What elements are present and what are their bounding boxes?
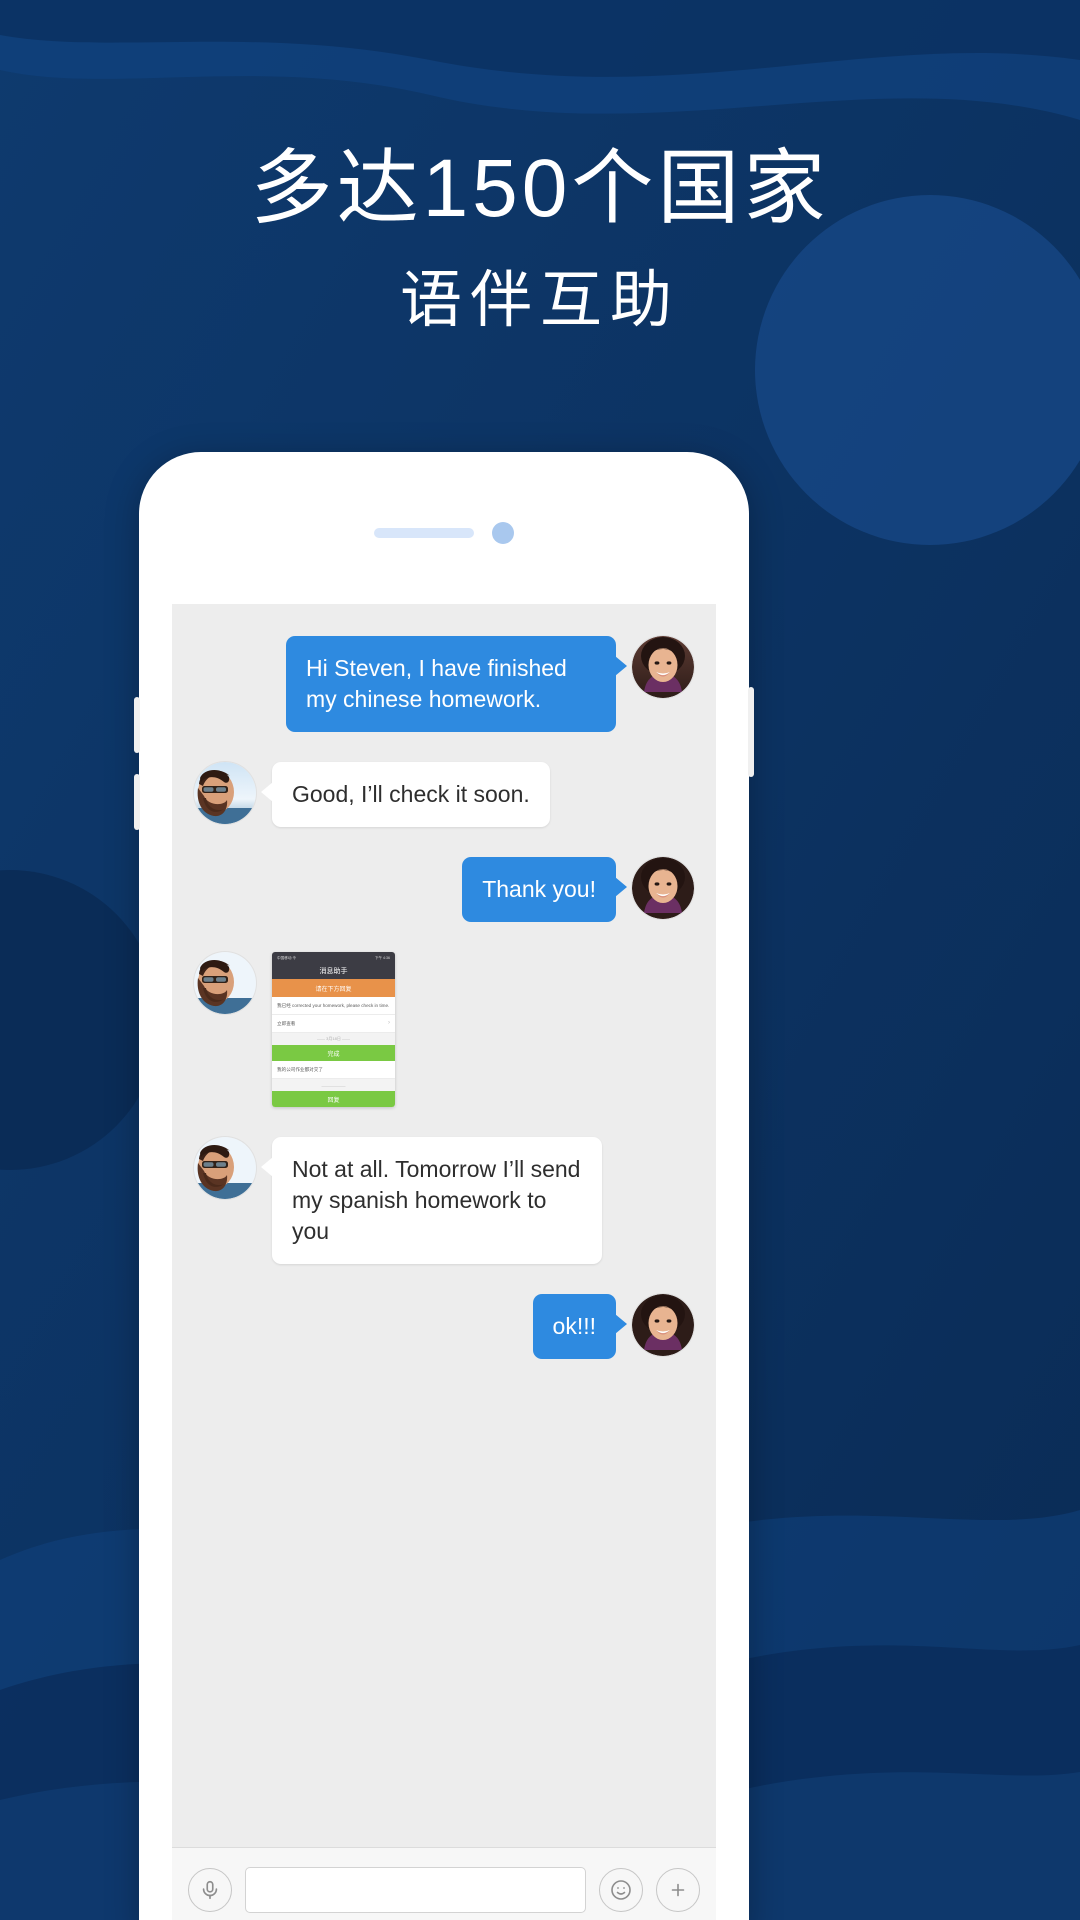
chat-message-outgoing: ok!!!: [194, 1294, 694, 1359]
chat-message-outgoing: Hi Steven, I have finished my chinese ho…: [194, 636, 694, 732]
page-subtitle: 语伴互助: [399, 266, 680, 335]
message-bubble[interactable]: Not at all. Tomorrow I’ll send my spanis…: [261, 1137, 602, 1264]
chat-input-bar: [172, 1847, 716, 1920]
voice-record-button[interactable]: [188, 1868, 232, 1912]
plus-icon: [671, 1883, 685, 1897]
avatar-female[interactable]: [632, 1294, 694, 1356]
avatar-male[interactable]: [194, 1137, 256, 1199]
front-camera-icon: [492, 522, 514, 544]
chat-message-incoming: Good, I’ll check it soon.: [194, 762, 694, 827]
volume-down-button[interactable]: [134, 774, 140, 830]
thumbnail-green-button-2[interactable]: 回复: [272, 1091, 395, 1107]
avatar-male[interactable]: [194, 952, 256, 1014]
message-image-attachment[interactable]: 中国移动 令 下午 4:36 消息助手 请在下方回复 我已经 corrected…: [272, 952, 395, 1107]
add-attachment-button[interactable]: [656, 1868, 700, 1912]
message-bubble[interactable]: Thank you!: [462, 857, 627, 922]
phone-speaker-row: [139, 522, 749, 544]
speaker-bar-icon: [374, 528, 474, 538]
promo-screen: 多达150个国家 语伴互助 Hi Steven, I have finished…: [0, 0, 1080, 1920]
screenshot-thumbnail[interactable]: 中国移动 令 下午 4:36 消息助手 请在下方回复 我已经 corrected…: [272, 952, 395, 1107]
thumbnail-navbar-title: 消息助手: [272, 963, 395, 979]
thumbnail-row-1-text: 我已经 corrected your homework, please chec…: [277, 1003, 390, 1008]
thumbnail-row-1: 我已经 corrected your homework, please chec…: [272, 997, 395, 1015]
chat-message-incoming: Not at all. Tomorrow I’ll send my spanis…: [194, 1137, 694, 1264]
chat-screen: Hi Steven, I have finished my chinese ho…: [172, 604, 716, 1920]
power-button[interactable]: [748, 687, 754, 777]
chat-message-incoming-image: 中国移动 令 下午 4:36 消息助手 请在下方回复 我已经 corrected…: [194, 952, 694, 1107]
avatar-female[interactable]: [632, 857, 694, 919]
emoji-button[interactable]: [599, 1868, 643, 1912]
phone-mockup: Hi Steven, I have finished my chinese ho…: [134, 452, 754, 1920]
thumbnail-row-3: 我的公司作业都对交了: [272, 1061, 395, 1079]
chevron-right-icon: ›: [388, 1020, 390, 1026]
thumbnail-row-3-text: 我的公司作业都对交了: [277, 1067, 323, 1072]
thumbnail-time: 下午 4:36: [374, 954, 391, 960]
chat-message-list[interactable]: Hi Steven, I have finished my chinese ho…: [172, 604, 716, 1847]
volume-up-button[interactable]: [134, 697, 140, 753]
avatar-male[interactable]: [194, 762, 256, 824]
thumbnail-row-2[interactable]: 立即查看 ›: [272, 1015, 395, 1033]
page-title: 多达150个国家: [250, 143, 830, 234]
chat-message-outgoing: Thank you!: [194, 857, 694, 922]
thumbnail-statusbar: 中国移动 令 下午 4:36: [272, 952, 395, 963]
thumbnail-carrier: 中国移动 令: [277, 954, 297, 960]
thumbnail-separator-2: ——————: [272, 1079, 395, 1091]
message-bubble[interactable]: Good, I’ll check it soon.: [261, 762, 550, 827]
smiley-icon: [611, 1880, 631, 1900]
message-bubble[interactable]: Hi Steven, I have finished my chinese ho…: [286, 636, 627, 732]
microphone-icon: [202, 1880, 218, 1900]
message-input[interactable]: [245, 1867, 586, 1913]
thumbnail-green-button-1[interactable]: 完成: [272, 1045, 395, 1061]
avatar-female[interactable]: [632, 636, 694, 698]
thumbnail-separator-1: —— 3月18日 ——: [272, 1033, 395, 1045]
thumbnail-orange-banner: 请在下方回复: [272, 979, 395, 997]
thumbnail-row-2-text: 立即查看: [277, 1021, 296, 1026]
promo-text-block: 多达150个国家 语伴互助: [0, 148, 1080, 332]
message-bubble[interactable]: ok!!!: [532, 1294, 628, 1359]
